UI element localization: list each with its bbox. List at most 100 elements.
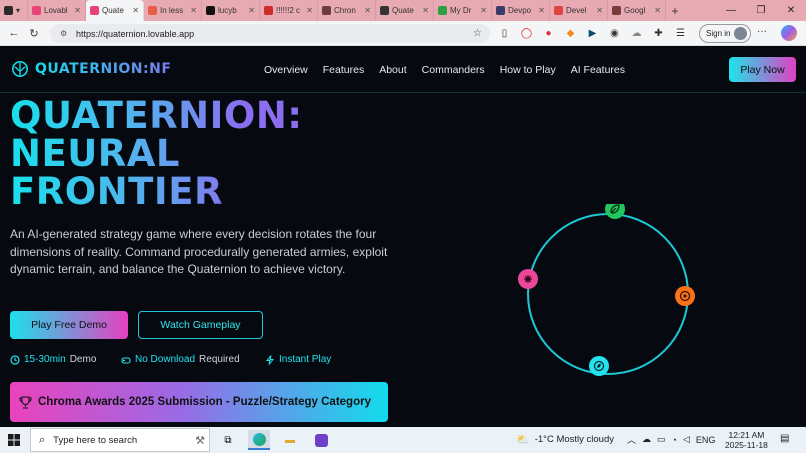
circle-extension-icon[interactable]: ◉ xyxy=(606,25,623,42)
chevron-up-icon[interactable]: ︿ xyxy=(627,433,636,446)
browser-tab[interactable]: In less ✕ xyxy=(144,0,202,21)
battery-icon[interactable]: ▭ xyxy=(657,434,666,445)
play-free-demo-button[interactable]: Play Free Demo xyxy=(10,311,128,339)
compass-node[interactable] xyxy=(589,356,609,376)
watch-gameplay-button[interactable]: Watch Gameplay xyxy=(138,311,263,339)
tab-favicon-icon xyxy=(148,6,157,15)
nav-features[interactable]: Features xyxy=(323,64,364,76)
tomato-extension-icon[interactable]: ● xyxy=(540,25,557,42)
feature-duration-rest: Demo xyxy=(69,354,97,365)
cloud-sun-icon: ⛅ xyxy=(516,434,530,446)
feature-no-download-rest: Required xyxy=(199,354,240,365)
tab-favicon-icon xyxy=(322,6,331,15)
tab-close-icon[interactable]: ✕ xyxy=(190,6,197,15)
tab-close-icon[interactable]: ✕ xyxy=(596,6,603,15)
title-line-2: NEURAL xyxy=(10,135,303,173)
browser-tab[interactable]: lucyb ✕ xyxy=(202,0,260,21)
copilot-icon[interactable] xyxy=(781,25,797,41)
brand-name: QUATERNION:NF xyxy=(35,61,172,77)
more-menu-icon[interactable]: ··· xyxy=(757,26,767,37)
atom-node[interactable] xyxy=(518,269,538,289)
browser-tab[interactable]: Devel ✕ xyxy=(550,0,608,21)
tab-close-icon[interactable]: ✕ xyxy=(364,6,371,15)
github-desktop-icon[interactable] xyxy=(310,430,332,450)
browser-tab[interactable]: My Dr ✕ xyxy=(434,0,492,21)
tab-favicon-icon xyxy=(496,6,505,15)
tab-label: lucyb xyxy=(218,6,237,15)
task-view-icon[interactable]: ⧉ xyxy=(217,430,239,450)
tab-close-icon[interactable]: ✕ xyxy=(654,6,661,15)
tab-close-icon[interactable]: ✕ xyxy=(132,6,139,15)
play-now-button[interactable]: Play Now xyxy=(729,57,796,82)
language-indicator[interactable]: ENG xyxy=(696,435,716,445)
file-explorer-icon[interactable]: ▬ xyxy=(279,430,301,450)
tab-label: Chron xyxy=(334,6,356,15)
url-field[interactable]: ⚙ https://quaternion.lovable.app ☆ xyxy=(50,24,490,43)
tab-close-icon[interactable]: ✕ xyxy=(248,6,255,15)
notification-icon[interactable]: ▤ xyxy=(780,433,789,444)
website: QUATERNION:NF Overview Features About Co… xyxy=(0,47,806,427)
browser-tab[interactable]: ▾ xyxy=(0,0,28,21)
feature-instant-play-highlight: Instant Play xyxy=(279,354,332,365)
wifi-icon[interactable]: ◔ xyxy=(672,435,677,445)
tab-close-icon[interactable]: ✕ xyxy=(538,6,545,15)
cloud-extension-icon[interactable]: ☁ xyxy=(628,25,645,42)
tab-close-icon[interactable]: ✕ xyxy=(74,6,81,15)
tab-label: Devel xyxy=(566,6,587,15)
start-button[interactable] xyxy=(0,434,28,446)
phone-icon[interactable]: ▯ xyxy=(496,25,513,42)
tab-label: Quate xyxy=(392,6,414,15)
nav-overview[interactable]: Overview xyxy=(264,64,308,76)
taskbar-search[interactable]: ⌕ Type here to search ⚒ xyxy=(30,428,210,452)
restore-icon[interactable]: ❐ xyxy=(746,0,776,21)
weather-widget[interactable]: ⛅ -1°C Mostly cloudy xyxy=(516,433,614,446)
extensions-toolbar: ▯ ◯ ● ◆ ▶ ◉ ☁ ✚ ☰ xyxy=(496,25,689,42)
address-bar-row: ← ↻ ⚙ https://quaternion.lovable.app ☆ ▯… xyxy=(0,21,806,46)
close-window-icon[interactable]: ✕ xyxy=(776,0,806,21)
browser-tab[interactable]: Chron ✕ xyxy=(318,0,376,21)
target-node[interactable] xyxy=(675,286,695,306)
opera-extension-icon[interactable]: ◯ xyxy=(518,25,535,42)
play-extension-icon[interactable]: ▶ xyxy=(584,25,601,42)
browser-tab[interactable]: !!!!!!2 c ✕ xyxy=(260,0,318,21)
new-tab-button[interactable]: + xyxy=(666,4,684,18)
leaf-node[interactable] xyxy=(605,204,625,219)
browser-tab[interactable]: Quate ✕ xyxy=(86,0,144,21)
tab-favicon-icon xyxy=(32,6,41,15)
browser-tab[interactable]: Lovabl ✕ xyxy=(28,0,86,21)
tab-label: My Dr xyxy=(450,6,472,15)
back-icon[interactable]: ← xyxy=(4,27,24,39)
tab-close-icon[interactable]: ✕ xyxy=(422,6,429,15)
clock-icon xyxy=(10,354,20,365)
puzzle-extensions-icon[interactable]: ✚ xyxy=(650,25,667,42)
hero-description: An AI-generated strategy game where ever… xyxy=(10,227,388,276)
speaker-icon[interactable]: ◁ xyxy=(683,434,690,445)
site-info-icon[interactable]: ⚙ xyxy=(60,29,70,38)
sign-in-button[interactable]: Sign in xyxy=(699,24,751,43)
favorites-icon[interactable]: ☰ xyxy=(672,25,689,42)
clock[interactable]: 12:21 AM 2025-11-18 xyxy=(725,430,768,450)
browser-tab[interactable]: Googl ✕ xyxy=(608,0,666,21)
windows-taskbar: ⌕ Type here to search ⚒ ⧉ ▬ ⛅ -1°C Mostl… xyxy=(0,427,806,453)
tab-actions-icon[interactable]: ▾ xyxy=(16,6,20,15)
tab-close-icon[interactable]: ✕ xyxy=(480,6,487,15)
browser-tab[interactable]: Devpo ✕ xyxy=(492,0,550,21)
bookmark-star-icon[interactable]: ☆ xyxy=(473,28,482,39)
nav-how-to-play[interactable]: How to Play xyxy=(500,64,556,76)
sign-in-label: Sign in xyxy=(706,29,731,38)
nav-about[interactable]: About xyxy=(379,64,406,76)
metamask-extension-icon[interactable]: ◆ xyxy=(562,25,579,42)
browser-tab[interactable]: Quate ✕ xyxy=(376,0,434,21)
title-line-1: QUATERNION: xyxy=(10,94,303,137)
gamepad-icon xyxy=(121,356,131,364)
tab-favicon-icon xyxy=(206,6,215,15)
tab-favicon-icon xyxy=(554,6,563,15)
reload-icon[interactable]: ↻ xyxy=(24,27,44,40)
brand-logo[interactable]: QUATERNION:NF xyxy=(11,60,171,78)
minimize-icon[interactable]: — xyxy=(716,0,746,21)
nav-ai-features[interactable]: AI Features xyxy=(571,64,625,76)
nav-commanders[interactable]: Commanders xyxy=(422,64,485,76)
tab-close-icon[interactable]: ✕ xyxy=(306,6,313,15)
cloud-tray-icon[interactable]: ☁ xyxy=(642,434,651,445)
edge-taskbar-icon[interactable] xyxy=(248,430,270,450)
